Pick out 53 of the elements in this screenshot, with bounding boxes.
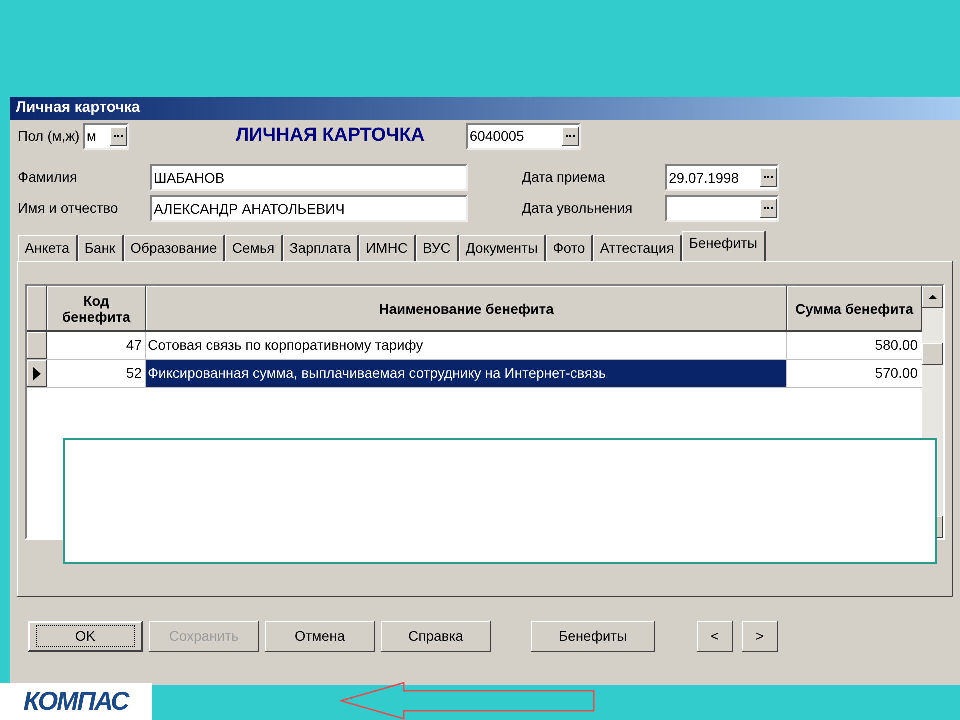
left-arrow-icon (340, 682, 596, 720)
input-field[interactable]: 29.07.1998 (665, 164, 779, 191)
logo: КОМПАС (0, 683, 152, 720)
window-title: Личная карточка (10, 97, 960, 120)
column-header: Сумма бенефита (787, 286, 922, 331)
input-field[interactable]: м (82, 122, 129, 150)
table-cell: Фиксированная сумма, выплачиваемая сотруднику на Интернет-связь (146, 360, 787, 387)
column-header: Наименование бенефита (146, 286, 787, 331)
ellipsis-icon (566, 134, 575, 138)
ellipsis-button[interactable] (562, 126, 579, 146)
field-label: Фамилия (18, 168, 78, 187)
input-field[interactable]: 6040005 (466, 122, 581, 150)
scroll-up-icon (928, 295, 936, 299)
table-cell: 47 (47, 332, 146, 359)
tab[interactable]: Банк (78, 235, 124, 261)
tab[interactable]: Аттестация (593, 235, 682, 261)
table-cell-text: 570.00 (874, 364, 919, 383)
table-cell-text: 580.00 (874, 336, 919, 355)
column-header: Код бенефита (47, 286, 146, 331)
field-label: Пол (м,ж) (18, 126, 80, 146)
table-cell: Сотовая связь по корпоративному тарифу (146, 332, 787, 359)
tab[interactable]: Документы (458, 235, 546, 261)
ellipsis-icon (764, 176, 773, 179)
ellipsis-icon (764, 207, 773, 210)
tab[interactable]: Семья (225, 235, 283, 261)
ellipsis-icon (114, 134, 123, 138)
tab[interactable]: Бенефиты (682, 231, 766, 261)
tab[interactable]: Зарплата (282, 235, 360, 261)
current-row-icon (33, 366, 41, 380)
input-field[interactable]: АЛЕКСАНДР АНАТОЛЬЕВИЧ (150, 195, 468, 222)
ellipsis-button[interactable] (760, 168, 777, 187)
tab[interactable]: Анкета (18, 235, 78, 261)
field-label: Дата увольнения (522, 199, 634, 218)
nav-button[interactable]: < (697, 621, 733, 652)
row-indicator[interactable] (27, 332, 47, 359)
field-label: Имя и отчество (18, 199, 120, 218)
input-field[interactable]: ШАБАНОВ (150, 164, 468, 191)
tab[interactable]: Образование (124, 235, 226, 261)
dialog-button[interactable]: Отмена (265, 621, 375, 652)
ellipsis-button[interactable] (110, 126, 127, 146)
input-field[interactable] (665, 195, 779, 222)
nav-button[interactable]: > (742, 621, 778, 652)
tab[interactable]: ВУС (416, 235, 459, 261)
row-indicator[interactable] (27, 360, 47, 387)
field-label: Дата приема (522, 168, 606, 187)
dialog-button[interactable]: Бенефиты (531, 621, 655, 652)
form-heading: ЛИЧНАЯ КАРТОЧКА (236, 124, 426, 148)
tab[interactable]: ИМНС (359, 235, 416, 261)
tab[interactable]: Фото (546, 235, 594, 261)
ellipsis-button[interactable] (760, 199, 777, 218)
scroll-thumb[interactable] (922, 343, 943, 366)
dialog-button[interactable]: OK (28, 621, 143, 652)
dialog-button[interactable]: Справка (381, 621, 491, 652)
